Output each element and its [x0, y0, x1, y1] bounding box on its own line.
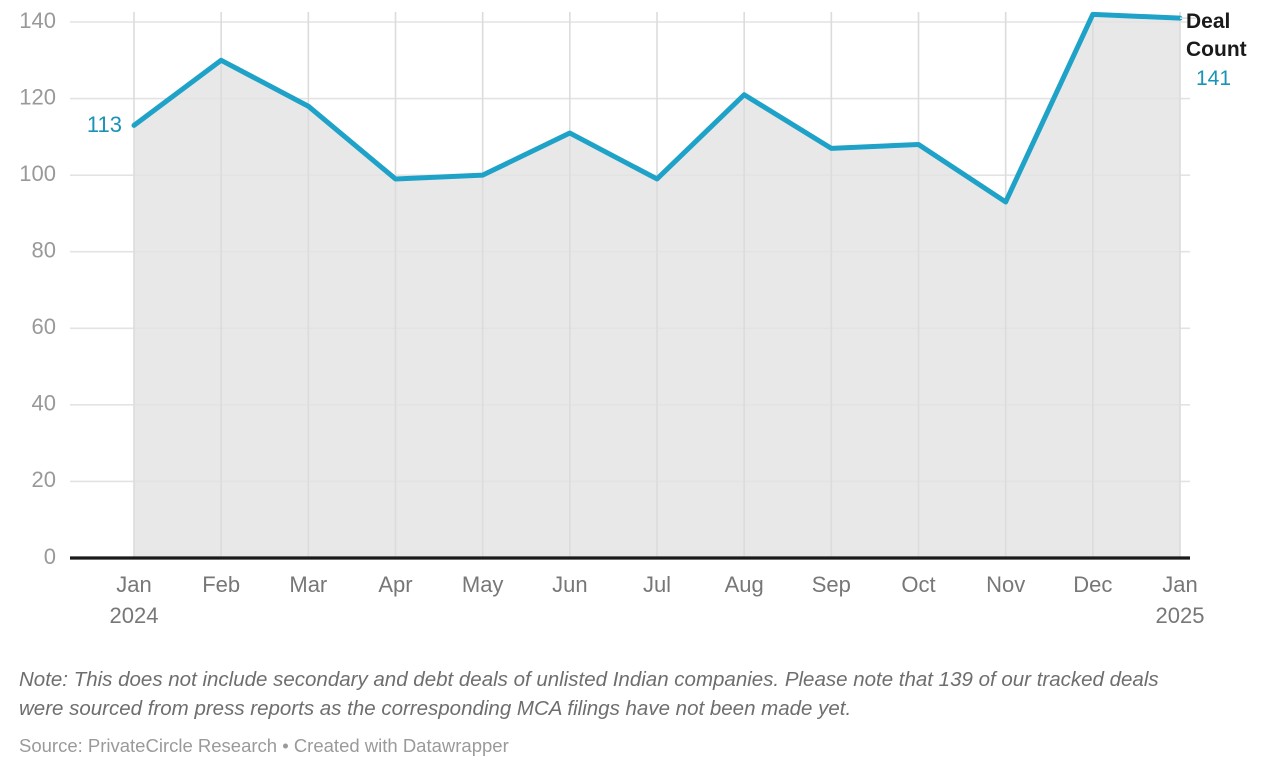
- x-axis-tick-label: Oct: [901, 572, 935, 597]
- y-axis-tick-label: 0: [44, 544, 56, 569]
- x-axis-tick-label: Sep: [812, 572, 851, 597]
- legend-value: 141: [1196, 67, 1231, 90]
- x-axis-tick-label: Apr: [378, 572, 412, 597]
- y-axis-tick-label: 80: [32, 238, 56, 263]
- first-point-value-label: 113: [87, 112, 122, 137]
- x-axis-tick-label: Mar: [289, 572, 327, 597]
- y-axis-tick-label: 40: [32, 391, 56, 416]
- x-axis-year-label: 2024: [110, 603, 159, 628]
- x-axis-tick-label: Aug: [725, 572, 764, 597]
- chart-source: Source: PrivateCircle Research • Created…: [19, 735, 509, 756]
- x-axis-tick-label: Jun: [552, 572, 587, 597]
- y-axis-tick-label: 140: [19, 8, 56, 33]
- area-line-chart: 0 20 40 60 80 100 120 140 Jan 2024 Feb Mar Apr May Jun…: [19, 8, 1247, 628]
- legend-title-line1: Deal: [1186, 10, 1230, 33]
- y-axis-tick-label: 60: [32, 314, 56, 339]
- chart-page: 0 20 40 60 80 100 120 140 Jan 2024 Feb Mar Apr May Jun…: [0, 0, 1272, 780]
- legend-title-line2: Count: [1186, 38, 1247, 61]
- x-axis-tick-label: Jul: [643, 572, 671, 597]
- chart-plot-area: 0 20 40 60 80 100 120 140 Jan 2024 Feb Mar Apr May Jun…: [0, 0, 1272, 645]
- y-axis-tick-label: 120: [19, 84, 56, 109]
- y-axis-tick-label: 20: [32, 467, 56, 492]
- x-axis-tick-label: Dec: [1073, 572, 1112, 597]
- x-axis-tick-label: Jan: [1162, 572, 1197, 597]
- chart-note: Note: This does not include secondary an…: [19, 668, 1159, 720]
- x-axis-year-label: 2025: [1156, 603, 1205, 628]
- x-axis-tick-label: Jan: [116, 572, 151, 597]
- y-axis-tick-label: 100: [19, 161, 56, 186]
- x-axis-tick-label: Nov: [986, 572, 1025, 597]
- x-axis-tick-label: Feb: [202, 572, 240, 597]
- chart-footer: Note: This does not include secondary an…: [0, 645, 1272, 780]
- x-axis-tick-label: May: [462, 572, 504, 597]
